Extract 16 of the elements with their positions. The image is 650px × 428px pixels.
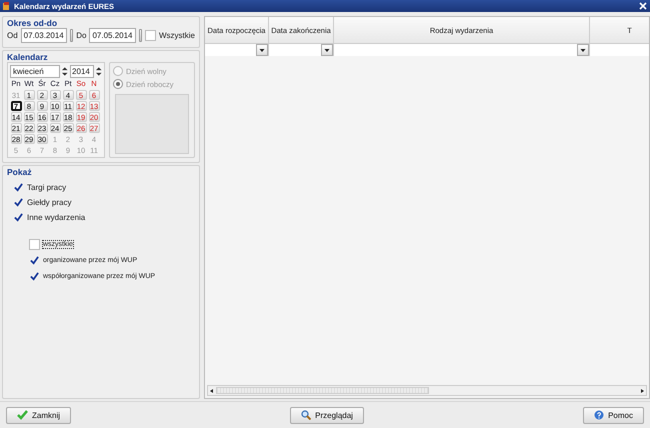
year-field[interactable]: 2014 — [70, 65, 94, 78]
to-date-field[interactable]: 07.05.2014 — [89, 28, 136, 43]
checkbox-label: Giełdy pracy — [27, 198, 72, 207]
panel-title: Okres od-do — [7, 18, 58, 28]
dialog-button[interactable]: Zamknij — [6, 406, 72, 424]
month-dropdown[interactable]: kwiecień — [10, 65, 60, 78]
checkbox-label: Targi pracy — [27, 183, 66, 192]
from-date-field[interactable]: 07.03.2014 — [20, 28, 67, 43]
dialog-button[interactable]: Pomoc — [583, 406, 644, 424]
from-label: Od — [7, 31, 18, 40]
panel-title: Kalendarz — [7, 52, 49, 62]
checkbox-label: Inne wydarzenia — [27, 213, 86, 222]
to-label: Do — [76, 31, 86, 40]
dialog-button[interactable]: Przeglądaj — [290, 406, 364, 424]
panel-title: Pokaż — [7, 167, 33, 177]
all-label: Wszystkie — [159, 31, 195, 40]
